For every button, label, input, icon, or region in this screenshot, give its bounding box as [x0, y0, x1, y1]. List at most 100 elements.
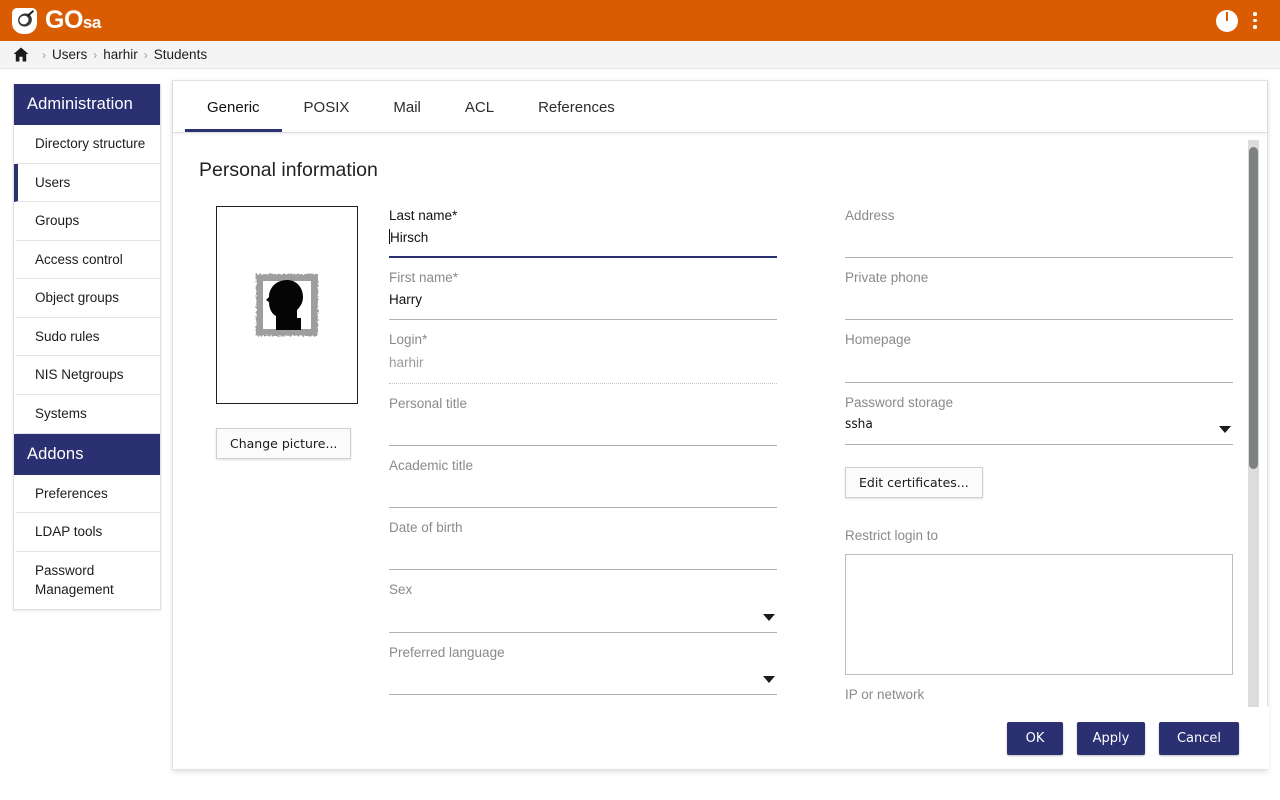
sidebar-item-label: Sudo rules: [35, 329, 100, 344]
first-name-input[interactable]: Harry: [389, 289, 777, 310]
last-name-input[interactable]: Hirsch: [389, 227, 777, 248]
sidebar-item-label: NIS Netgroups: [35, 367, 124, 382]
app-logo-text: GOsa: [45, 8, 101, 33]
sidebar-item-groups[interactable]: Groups: [14, 202, 160, 241]
field-last-name: Last name* Hirsch: [389, 196, 777, 258]
date-of-birth-input[interactable]: [389, 539, 777, 560]
tab-references[interactable]: References: [516, 99, 637, 132]
field-label: First name*: [389, 258, 777, 289]
field-homepage: Homepage: [845, 320, 1233, 382]
field-value-text: Harry: [389, 292, 422, 307]
sidebar-item-label: Object groups: [35, 290, 119, 305]
password-storage-select[interactable]: ssha: [845, 414, 1233, 435]
sidebar-item-password-management: Password Management: [14, 552, 160, 609]
sidebar-item-label: Groups: [35, 213, 79, 228]
edit-certificates-button[interactable]: Edit certificates...: [845, 467, 983, 498]
ok-button[interactable]: OK: [1007, 722, 1063, 755]
sidebar-item-object-groups[interactable]: Object groups: [14, 279, 160, 318]
vertical-scrollbar[interactable]: [1248, 140, 1259, 708]
left-field-column: Last name* Hirsch First name* Harry Logi…: [389, 196, 809, 710]
tab-bar: Generic POSIX Mail ACL References: [173, 81, 1267, 133]
homepage-input[interactable]: [845, 352, 1233, 373]
tab-mail[interactable]: Mail: [371, 99, 443, 132]
sidebar-item-nis-netgroups[interactable]: NIS Netgroups: [14, 356, 160, 395]
sidebar-item-users[interactable]: Users: [14, 164, 160, 203]
tab-generic[interactable]: Generic: [185, 99, 282, 132]
field-label: Academic title: [389, 446, 777, 477]
field-restrict-login-to: Restrict login to: [845, 516, 1233, 675]
tab-acl[interactable]: ACL: [443, 99, 516, 132]
field-label: Login*: [389, 320, 777, 351]
field-academic-title: Academic title: [389, 446, 777, 508]
chevron-down-icon[interactable]: [1219, 426, 1231, 433]
scrollbar-thumb[interactable]: [1249, 147, 1258, 469]
personal-title-input[interactable]: [389, 415, 777, 436]
chevron-down-icon[interactable]: [763, 676, 775, 683]
cancel-button[interactable]: Cancel: [1159, 722, 1239, 755]
field-password-storage: Password storage ssha: [845, 383, 1233, 445]
field-label: Restrict login to: [845, 516, 1233, 547]
sidebar-item-access-control[interactable]: Access control: [14, 241, 160, 280]
breadcrumb-separator: ›: [42, 48, 46, 62]
tab-label: Mail: [393, 99, 421, 116]
breadcrumb-item-users[interactable]: Users: [52, 47, 87, 62]
sidebar-item-label: Directory structure: [35, 136, 145, 151]
field-underline: [845, 444, 1233, 445]
restrict-login-to-textarea[interactable]: [845, 554, 1233, 675]
academic-title-input[interactable]: [389, 477, 777, 498]
kebab-menu-icon[interactable]: [1244, 10, 1266, 32]
breadcrumb-item-harhir[interactable]: harhir: [103, 47, 138, 62]
tab-posix[interactable]: POSIX: [282, 99, 372, 132]
form-scroll-area: Personal information: [173, 134, 1269, 710]
generic-form: Change picture... Last name* Hirsch Firs…: [173, 196, 1269, 710]
sex-select[interactable]: [389, 602, 777, 623]
private-phone-input[interactable]: [845, 289, 1233, 310]
avatar: [254, 272, 320, 338]
sidebar-item-directory-structure[interactable]: Directory structure: [14, 125, 160, 164]
field-label: IP or network: [845, 675, 1233, 706]
field-label: Password storage: [845, 383, 1233, 414]
field-ip-or-network: IP or network Add: [845, 675, 1233, 710]
field-personal-title: Personal title: [389, 384, 777, 446]
app-logo[interactable]: GOsa: [12, 8, 101, 34]
field-private-phone: Private phone: [845, 258, 1233, 320]
app-header: GOsa: [0, 0, 1280, 41]
tab-label: Generic: [207, 99, 260, 116]
field-label: Personal title: [389, 384, 777, 415]
change-picture-button[interactable]: Change picture...: [216, 428, 351, 459]
field-label: Homepage: [845, 320, 1233, 351]
clock-circle-icon[interactable]: [1216, 10, 1238, 32]
kebab-dot: [1253, 19, 1257, 23]
gosa-shield-icon: [12, 8, 37, 34]
address-input[interactable]: [845, 227, 1233, 248]
chevron-down-icon[interactable]: [763, 614, 775, 621]
field-label: Sex: [389, 570, 777, 601]
user-picture-frame: [216, 206, 358, 404]
field-value-text: ssha: [845, 416, 873, 432]
field-value-text: Hirsch: [390, 230, 428, 245]
sidebar-item-label: Systems: [35, 406, 87, 421]
kebab-dot: [1253, 25, 1257, 29]
sidebar-item-sudo-rules[interactable]: Sudo rules: [14, 318, 160, 357]
breadcrumb-separator: ›: [93, 48, 97, 62]
sidebar-item-label: LDAP tools: [35, 524, 102, 539]
field-underline: [389, 694, 777, 695]
sidebar-item-ldap-tools[interactable]: LDAP tools: [14, 513, 160, 552]
field-label: Address: [845, 196, 1233, 227]
sidebar-item-systems[interactable]: Systems: [14, 395, 160, 434]
field-label: Private phone: [845, 258, 1233, 289]
preferred-language-select[interactable]: [389, 664, 777, 685]
breadcrumb-item-students[interactable]: Students: [154, 47, 207, 62]
tab-label: POSIX: [304, 99, 350, 116]
sidebar-item-label: Preferences: [35, 486, 108, 501]
apply-button[interactable]: Apply: [1077, 722, 1145, 755]
home-icon[interactable]: [13, 47, 29, 62]
sidebar-group-administration-title: Administration: [14, 84, 160, 125]
logo-primary: GO: [45, 6, 83, 34]
field-login: Login* harhir: [389, 320, 777, 383]
page-title: Personal information: [199, 159, 1269, 182]
field-label: Preferred language: [389, 633, 777, 664]
sidebar: Administration Directory structure Users…: [13, 84, 161, 610]
field-label: Last name*: [389, 196, 777, 227]
sidebar-item-preferences[interactable]: Preferences: [14, 475, 160, 514]
